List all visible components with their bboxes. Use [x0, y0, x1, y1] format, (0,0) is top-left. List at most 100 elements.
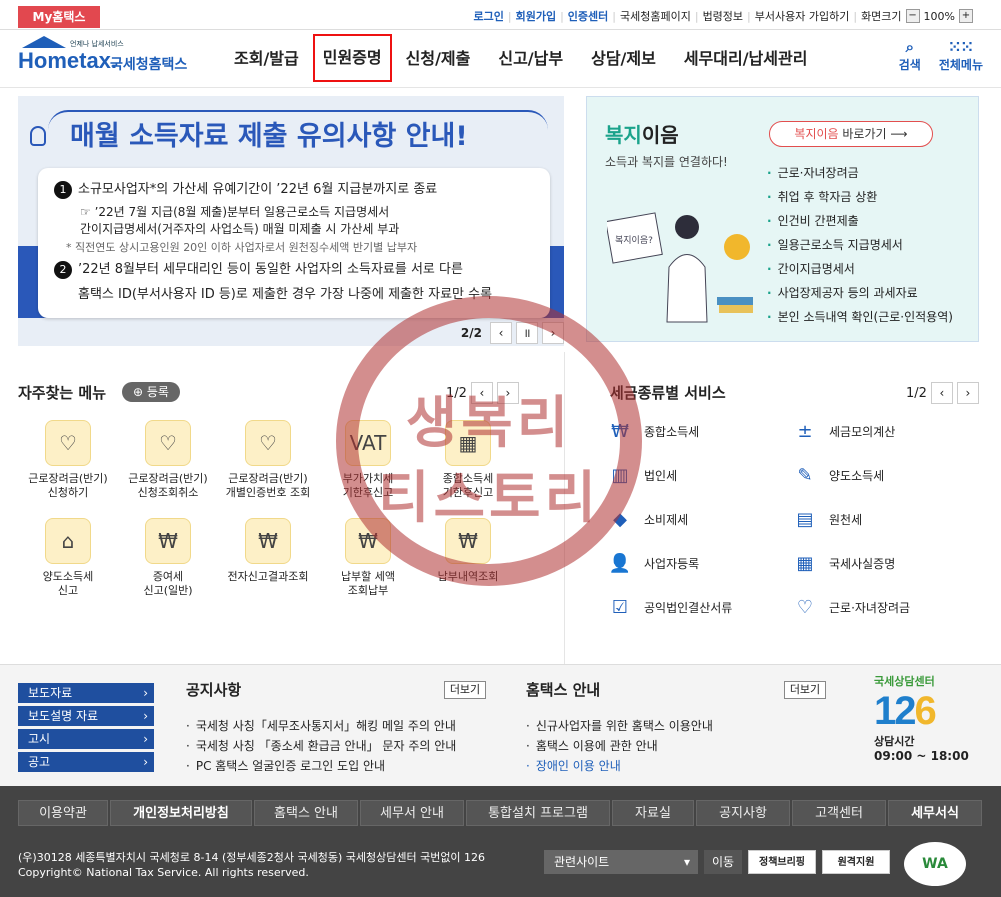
login-link[interactable]: 로그인 — [474, 8, 504, 24]
consult-hours-label: 상담시간 — [874, 735, 915, 748]
banner-prev-button[interactable]: ‹ — [490, 322, 512, 344]
favorite-menu-item[interactable]: VAT 부가가치세 기한후신고 — [318, 420, 418, 500]
footer-tax-office-link[interactable]: 세무서 안내 — [360, 800, 464, 826]
tax-service-item[interactable]: ▤ 원천세 — [793, 508, 978, 530]
screen-size-label: 화면크기 — [861, 10, 902, 23]
header-icons: ⌕ 검색 ⁙⁙ 전체메뉴 — [899, 38, 983, 73]
welfare-title-green: 복지 — [605, 123, 642, 147]
nts-homepage-link[interactable]: 국세청홈페이지 — [620, 8, 691, 24]
main-header: 언제나 납세서비스 Hometax. 국세청홈택스 조회/발급 민원증명 신청/… — [0, 30, 1001, 88]
notice-item[interactable]: 국세청 사칭「세무조사통지서」해킹 메일 주의 안내 — [186, 716, 488, 736]
favorite-menu-icon: ▦ — [445, 420, 491, 466]
notice-banner[interactable]: 매월 소득자료 제출 유의사항 안내! 1 소규모사업자*의 가산세 유예기간이 … — [18, 96, 564, 346]
tax-service-prev-button[interactable]: ‹ — [930, 382, 953, 404]
search-button[interactable]: ⌕ 검색 — [899, 38, 921, 73]
favorite-menu-item[interactable]: ₩ 전자신고결과조회 — [218, 518, 318, 598]
notice-more-button[interactable]: 더보기 — [444, 681, 486, 699]
announcement-button[interactable]: 고시 — [18, 729, 154, 749]
number-two-badge: 2 — [54, 261, 72, 279]
tax-service-item[interactable]: 👤 사업자등록 — [608, 552, 793, 574]
tax-service-item[interactable]: ◆ 소비제세 — [608, 508, 793, 530]
welfare-item[interactable]: 본인 소득내역 확인(근로·인적용역) — [767, 305, 953, 329]
guide-item[interactable]: 장애인 이용 안내 — [526, 756, 828, 776]
dept-user-signup-link[interactable]: 부서사용자 가입하기 — [755, 8, 850, 24]
press-release-button[interactable]: 보도자료 — [18, 683, 154, 703]
logo-korean-name: 국세청홈택스 — [110, 57, 188, 73]
nav-civil-certificate[interactable]: 민원증명 — [312, 34, 392, 82]
signup-link[interactable]: 회원가입 — [516, 8, 556, 24]
footer-hometax-guide-link[interactable]: 홈택스 안내 — [254, 800, 358, 826]
welfare-item[interactable]: 일용근로소득 지급명세서 — [767, 233, 953, 257]
tax-service-item[interactable]: ☑ 공익법인결산서류 — [608, 596, 793, 618]
favorite-menu-item[interactable]: ♡ 근로장려금(반기) 신청하기 — [18, 420, 118, 500]
guide-more-button[interactable]: 더보기 — [784, 681, 826, 699]
remote-support-button[interactable]: 원격지원 — [822, 850, 890, 874]
tax-service-item[interactable]: ✎ 양도소득세 — [793, 464, 978, 486]
favorite-menu-item[interactable]: ₩ 납부내역조회 — [418, 518, 518, 598]
press-explanation-button[interactable]: 보도설명 자료 — [18, 706, 154, 726]
cert-center-link[interactable]: 인증센터 — [568, 8, 608, 24]
tax-service-item[interactable]: ± 세금모의계산 — [793, 420, 978, 442]
favorite-menu-item[interactable]: ₩ 납부할 세액 조회납부 — [318, 518, 418, 598]
lightbulb-icon — [30, 126, 46, 146]
tax-service-item[interactable]: ▦ 국세사실증명 — [793, 552, 978, 574]
tax-service-item[interactable]: ₩ 종합소득세 — [608, 420, 793, 442]
nav-apply-submit[interactable]: 신청/제출 — [392, 30, 485, 88]
tax-service-item[interactable]: ▥ 법인세 — [608, 464, 793, 486]
welfare-item[interactable]: 인건비 간편제출 — [767, 209, 953, 233]
nav-inquiry-issue[interactable]: 조회/발급 — [220, 30, 313, 88]
footer-support-link[interactable]: 고객센터 — [792, 800, 886, 826]
nav-report-pay[interactable]: 신고/납부 — [484, 30, 577, 88]
favorite-menu-label: 종합소득세 기한후신고 — [442, 472, 494, 499]
nav-consult-report[interactable]: 상담/제보 — [577, 30, 670, 88]
search-icon: ⌕ — [905, 38, 914, 56]
zoom-out-button[interactable]: − — [905, 9, 920, 23]
favorite-menu-item[interactable]: ♡ 근로장려금(반기) 신청조회취소 — [118, 420, 218, 500]
favorites-prev-button[interactable]: ‹ — [470, 382, 493, 404]
guide-item[interactable]: 신규사업자를 위한 홈택스 이용안내 — [526, 716, 828, 736]
banner-item2b: 홈택스 ID(부서사용자 ID 등)로 제출한 경우 가장 나중에 제출한 자료… — [78, 287, 493, 302]
related-sites-select[interactable]: 관련사이트 — [544, 850, 698, 874]
nav-tax-agent[interactable]: 세무대리/납세관리 — [670, 30, 822, 88]
welfare-item[interactable]: 취업 후 학자금 상환 — [767, 185, 953, 209]
public-notice-button[interactable]: 공고 — [18, 752, 154, 772]
footer-tax-forms-link[interactable]: 세무서식 — [888, 800, 982, 826]
banner-pause-button[interactable]: ॥ — [516, 322, 538, 344]
policy-briefing-button[interactable]: 정책브리핑 — [748, 850, 816, 874]
footer-notice-link[interactable]: 공지사항 — [696, 800, 790, 826]
favorites-next-button[interactable]: › — [496, 382, 519, 404]
tax-service-icon: ◆ — [613, 508, 627, 530]
notice-item[interactable]: PC 홈택스 얼굴인증 로그인 도입 안내 — [186, 756, 488, 776]
footer-menu: 이용약관 개인정보처리방침 홈택스 안내 세무서 안내 통합설치 프로그램 자료… — [18, 800, 982, 826]
my-hometax-button[interactable]: My홈택스 — [18, 6, 100, 28]
tax-service-next-button[interactable]: › — [956, 382, 979, 404]
tax-service-item[interactable]: ♡ 근로·자녀장려금 — [793, 596, 978, 618]
consult-hours: 09:00 ~ 18:00 — [874, 749, 969, 763]
favorite-menu-label: 납부할 세액 조회납부 — [340, 570, 396, 597]
favorite-menu-item[interactable]: ▦ 종합소득세 기한후신고 — [418, 420, 518, 500]
tax-service-page-indicator: 1/2 — [906, 385, 927, 401]
welfare-item[interactable]: 사업장제공자 등의 과세자료 — [767, 281, 953, 305]
welfare-go-button[interactable]: 복지이음 바로가기 ⟶ — [769, 121, 933, 147]
footer-terms-link[interactable]: 이용약관 — [18, 800, 108, 826]
favorite-menu-item[interactable]: ♡ 근로장려금(반기) 개별인증번호 조회 — [218, 420, 318, 500]
favorite-menu-item[interactable]: ₩ 증여세 신고(일반) — [118, 518, 218, 598]
consult-center[interactable]: 국세상담센터 126 상담시간 09:00 ~ 18:00 — [874, 673, 984, 763]
favorite-menu-item[interactable]: ⌂ 양도소득세 신고 — [18, 518, 118, 598]
all-menu-button[interactable]: ⁙⁙ 전체메뉴 — [939, 38, 983, 73]
grid-menu-icon: ⁙⁙ — [948, 38, 974, 56]
register-favorite-button[interactable]: ⊕ 등록 — [122, 382, 180, 402]
guide-item[interactable]: 홈택스 이용에 관한 안내 — [526, 736, 828, 756]
go-button[interactable]: 이동 — [704, 850, 742, 874]
law-info-link[interactable]: 법령정보 — [703, 8, 743, 24]
footer-privacy-link[interactable]: 개인정보처리방침 — [110, 800, 252, 826]
notice-item[interactable]: 국세청 사칭 「종소세 환급금 안내」 문자 주의 안내 — [186, 736, 488, 756]
footer-install-link[interactable]: 통합설치 프로그램 — [466, 800, 610, 826]
banner-next-button[interactable]: › — [542, 322, 564, 344]
zoom-in-button[interactable]: + — [959, 9, 973, 23]
footer-archive-link[interactable]: 자료실 — [612, 800, 694, 826]
favorites-grid: ♡ 근로장려금(반기) 신청하기 ♡ 근로장려금(반기) 신청조회취소 ♡ 근로장려금(반… — [18, 420, 558, 598]
welfare-item[interactable]: 간이지급명세서 — [767, 257, 953, 281]
welfare-item[interactable]: 근로·자녀장려금 — [767, 161, 953, 185]
hometax-logo[interactable]: 언제나 납세서비스 Hometax. 국세청홈택스 — [18, 36, 208, 82]
